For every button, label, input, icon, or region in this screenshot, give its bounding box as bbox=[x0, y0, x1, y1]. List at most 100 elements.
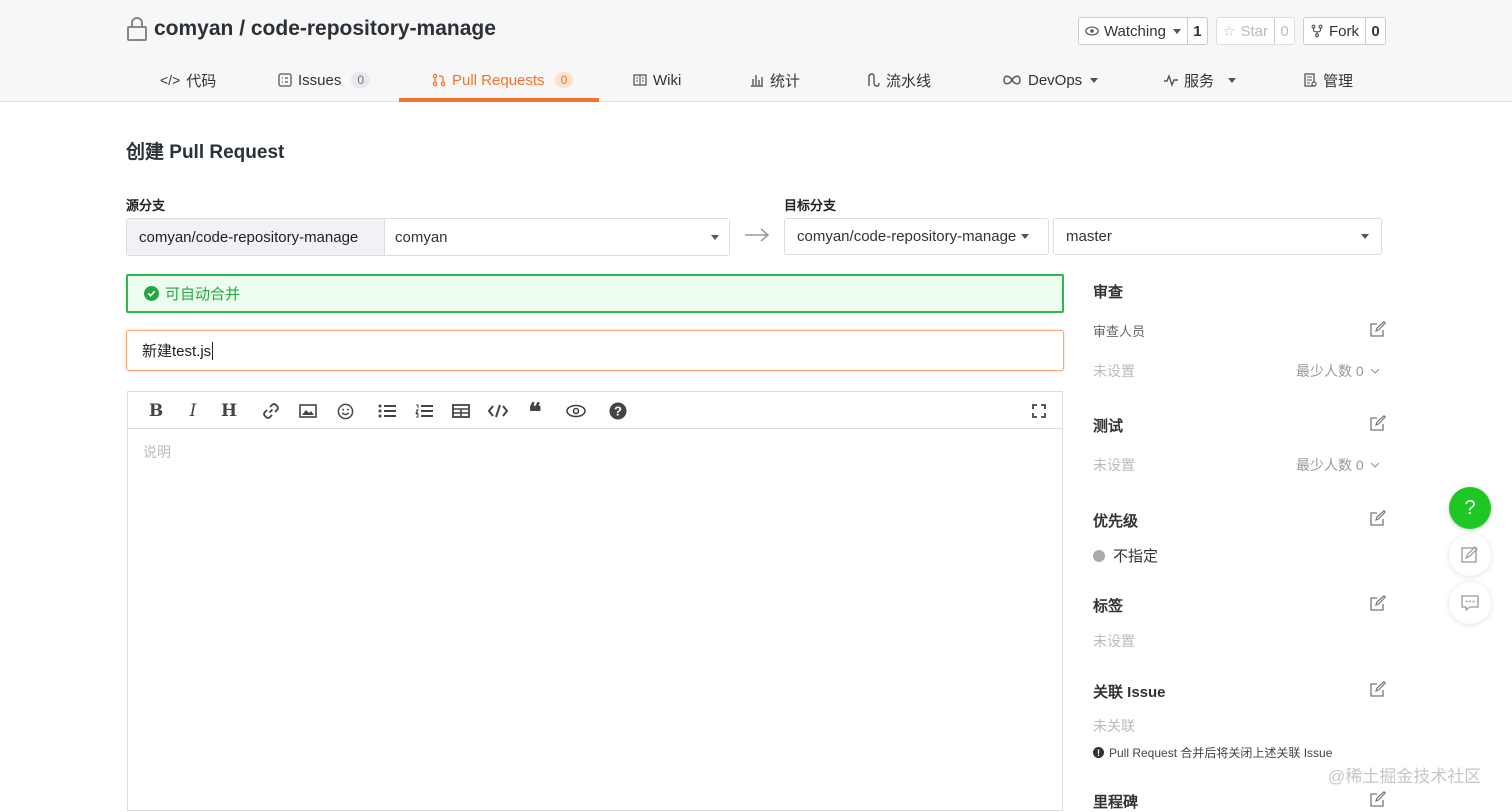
chat-icon bbox=[1461, 595, 1479, 611]
star-label: Star bbox=[1240, 22, 1268, 40]
fork-label: Fork bbox=[1329, 22, 1359, 40]
watch-button[interactable]: Watching 1 bbox=[1077, 17, 1208, 45]
pr-title-input[interactable]: 新建test.js bbox=[126, 330, 1064, 371]
tab-wiki[interactable]: Wiki bbox=[633, 58, 681, 102]
tab-devops[interactable]: DevOps bbox=[1002, 58, 1099, 102]
tab-label: 代码 bbox=[186, 72, 217, 90]
target-branch-select[interactable]: master bbox=[1053, 218, 1382, 255]
code-block-icon[interactable] bbox=[488, 401, 508, 421]
test-min-people: 最少人数 0 bbox=[1296, 457, 1364, 473]
test-min-people-select[interactable]: 最少人数 0 bbox=[1296, 455, 1380, 475]
source-branch-selector: comyan/code-repository-manage comyan bbox=[126, 218, 730, 256]
page-title: 创建 Pull Request bbox=[126, 142, 285, 163]
tab-issues[interactable]: Issues 0 bbox=[278, 58, 371, 102]
editor-toolbar: B I H ❝ ? bbox=[128, 392, 1062, 429]
test-unset: 未设置 bbox=[1093, 457, 1135, 473]
numbered-list-icon[interactable] bbox=[414, 401, 434, 421]
source-branch-select[interactable]: comyan bbox=[385, 219, 729, 255]
reviewers-unset: 未设置 bbox=[1093, 363, 1135, 379]
pr-count-badge: 0 bbox=[554, 72, 574, 88]
active-tab-indicator bbox=[399, 98, 599, 102]
chevron-down-icon bbox=[1021, 234, 1030, 239]
tab-code[interactable]: </> 代码 bbox=[160, 58, 216, 102]
edit-icon[interactable] bbox=[1370, 321, 1386, 337]
source-repo: comyan/code-repository-manage bbox=[127, 219, 385, 255]
tab-pipeline[interactable]: 流水线 bbox=[866, 58, 931, 102]
emoji-icon[interactable] bbox=[335, 401, 355, 421]
info-icon: ! bbox=[1093, 747, 1104, 758]
review-min-people-select[interactable]: 最少人数 0 bbox=[1296, 361, 1380, 381]
priority-value: 不指定 bbox=[1093, 545, 1158, 566]
preview-eye-icon[interactable] bbox=[566, 401, 586, 421]
pipeline-icon bbox=[868, 73, 880, 87]
tab-label: 统计 bbox=[770, 72, 801, 90]
image-icon[interactable] bbox=[298, 401, 318, 421]
link-icon[interactable] bbox=[261, 401, 281, 421]
repo-tabs: </> 代码 Issues 0 Pull Requests 0 Wiki 统计 … bbox=[126, 58, 1386, 102]
tab-label: 流水线 bbox=[886, 72, 932, 90]
repo-name[interactable]: comyan / code-repository-manage bbox=[154, 17, 496, 41]
issue-icon bbox=[278, 73, 292, 87]
tab-stats[interactable]: 统计 bbox=[750, 58, 800, 102]
issues-count-badge: 0 bbox=[351, 72, 371, 88]
edit-icon[interactable] bbox=[1370, 415, 1386, 431]
italic-icon[interactable]: I bbox=[183, 401, 203, 421]
watermark: @稀土掘金技术社区 bbox=[1328, 767, 1482, 786]
heading-icon[interactable]: H bbox=[219, 401, 239, 421]
chevron-down-icon bbox=[1361, 234, 1369, 239]
target-branch-label: 目标分支 bbox=[784, 198, 837, 213]
linked-issue-unset: 未关联 bbox=[1093, 718, 1135, 734]
review-min-people: 最少人数 0 bbox=[1296, 363, 1364, 379]
lock-icon bbox=[127, 17, 147, 41]
edit-icon[interactable] bbox=[1370, 510, 1386, 526]
fork-icon bbox=[1311, 24, 1323, 38]
linked-issue-note: ! Pull Request 合并后将关闭上述关联 Issue bbox=[1093, 744, 1332, 761]
tab-pull-requests[interactable]: Pull Requests 0 bbox=[432, 58, 574, 102]
target-repo-select[interactable]: comyan/code-repository-manage bbox=[784, 218, 1049, 255]
fork-button[interactable]: Fork 0 bbox=[1303, 17, 1386, 45]
star-button[interactable]: ☆ Star 0 bbox=[1215, 17, 1295, 45]
linked-issue-heading: 关联 Issue bbox=[1093, 684, 1166, 701]
pull-request-icon bbox=[432, 73, 446, 87]
repo-title: comyan / code-repository-manage bbox=[126, 16, 496, 42]
chevron-down-icon bbox=[1370, 462, 1380, 468]
chat-float-button[interactable] bbox=[1449, 582, 1491, 624]
feedback-float-button[interactable] bbox=[1449, 534, 1491, 576]
bullet-list-icon[interactable] bbox=[377, 401, 397, 421]
fork-count[interactable]: 0 bbox=[1365, 18, 1385, 44]
help-icon[interactable]: ? bbox=[608, 401, 628, 421]
fullscreen-icon[interactable] bbox=[1029, 401, 1049, 421]
labels-heading: 标签 bbox=[1093, 598, 1124, 615]
help-float-button[interactable]: ? bbox=[1449, 487, 1491, 529]
priority-heading: 优先级 bbox=[1093, 513, 1139, 530]
target-branch-value: master bbox=[1066, 228, 1112, 245]
tab-services[interactable]: 服务 bbox=[1164, 58, 1237, 102]
chevron-down-icon bbox=[1090, 77, 1099, 83]
chevron-down-icon bbox=[1172, 28, 1181, 34]
pulse-icon bbox=[1164, 73, 1178, 87]
watch-count[interactable]: 1 bbox=[1186, 18, 1207, 44]
bar-chart-icon bbox=[751, 75, 763, 87]
linked-issue-note-text: Pull Request 合并后将关闭上述关联 Issue bbox=[1109, 746, 1333, 760]
reviewers-label: 审查人员 bbox=[1093, 324, 1146, 339]
edit-icon[interactable] bbox=[1370, 595, 1386, 611]
pr-title-value: 新建test.js bbox=[142, 343, 212, 360]
bold-icon[interactable]: B bbox=[146, 401, 166, 421]
review-heading: 审查 bbox=[1093, 284, 1124, 301]
merge-status-text: 可自动合并 bbox=[165, 286, 241, 303]
watch-label: Watching bbox=[1103, 22, 1166, 40]
check-circle-icon bbox=[144, 286, 159, 301]
milestone-heading: 里程碑 bbox=[1093, 794, 1139, 811]
table-icon[interactable] bbox=[451, 401, 471, 421]
tab-manage[interactable]: 管理 bbox=[1303, 58, 1353, 102]
chevron-down-icon bbox=[711, 234, 719, 240]
merge-status-banner: 可自动合并 bbox=[126, 274, 1064, 313]
quote-icon[interactable]: ❝ bbox=[525, 397, 545, 426]
edit-icon[interactable] bbox=[1370, 681, 1386, 697]
code-icon: </> bbox=[160, 72, 181, 88]
repo-header: comyan / code-repository-manage Watching… bbox=[0, 0, 1512, 102]
arrow-right-icon bbox=[745, 228, 770, 242]
source-branch-label: 源分支 bbox=[126, 198, 166, 213]
star-count[interactable]: 0 bbox=[1274, 18, 1294, 44]
description-editor[interactable]: B I H ❝ ? 说明 bbox=[127, 391, 1063, 811]
